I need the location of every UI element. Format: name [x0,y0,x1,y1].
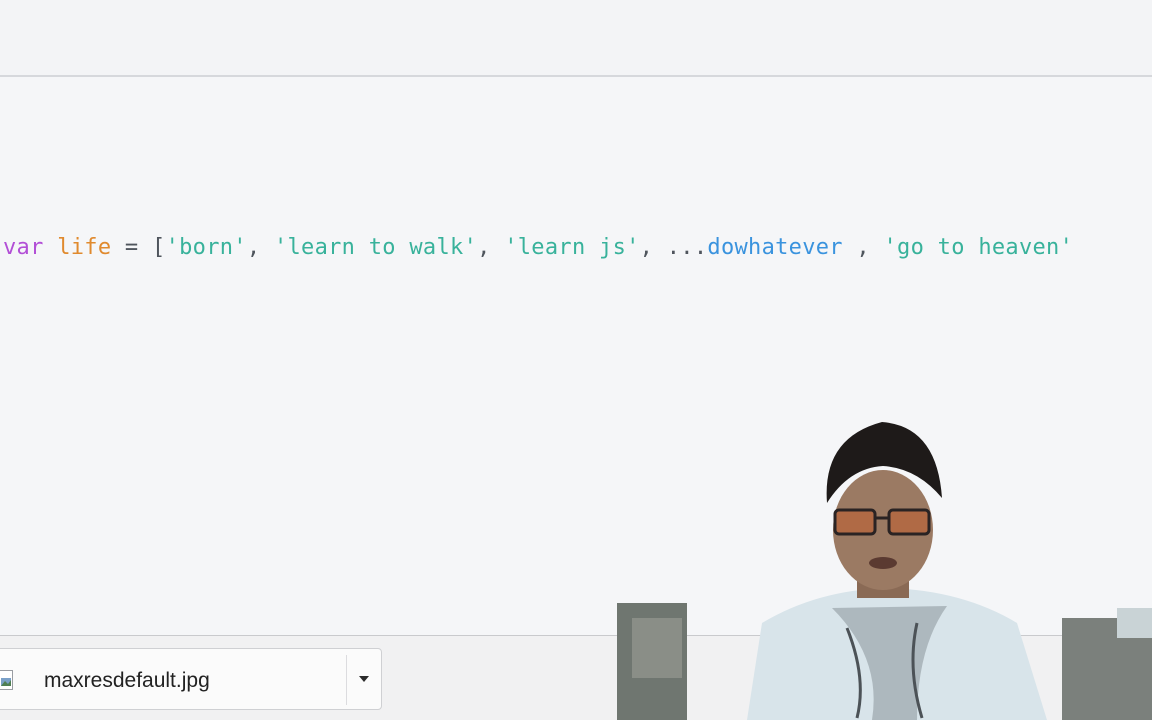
code-string-learn-to-walk: 'learn to walk' [273,235,478,260]
code-spread-operator: ... [666,235,708,260]
image-file-icon [0,670,13,690]
code-comma: , [639,235,654,260]
download-item[interactable]: maxresdefault.jpg [0,648,382,710]
caret-down-icon [359,676,369,682]
code-spread-identifier: dowhatever [707,235,843,260]
code-keyword-var: var [3,235,44,260]
download-options-button[interactable] [347,649,381,709]
code-string-learn-js: 'learn js' [504,235,640,260]
download-file-name[interactable]: maxresdefault.jpg [44,668,210,694]
code-comma: , [246,235,261,260]
code-line: var life = ['born', 'learn to walk', 'le… [3,232,1073,264]
screen: var life = ['born', 'learn to walk', 'le… [0,0,1152,720]
top-toolbar-area [0,0,1152,75]
code-string-go-to-heaven: 'go to heaven' [883,235,1074,260]
code-comma: , [477,235,491,260]
presenter-webcam [617,422,1152,720]
code-identifier-life: life [57,235,112,260]
code-assign-operator: = [124,235,139,260]
code-comma: , [856,235,870,260]
code-string-born: 'born' [165,235,247,260]
code-open-bracket: [ [152,235,166,260]
